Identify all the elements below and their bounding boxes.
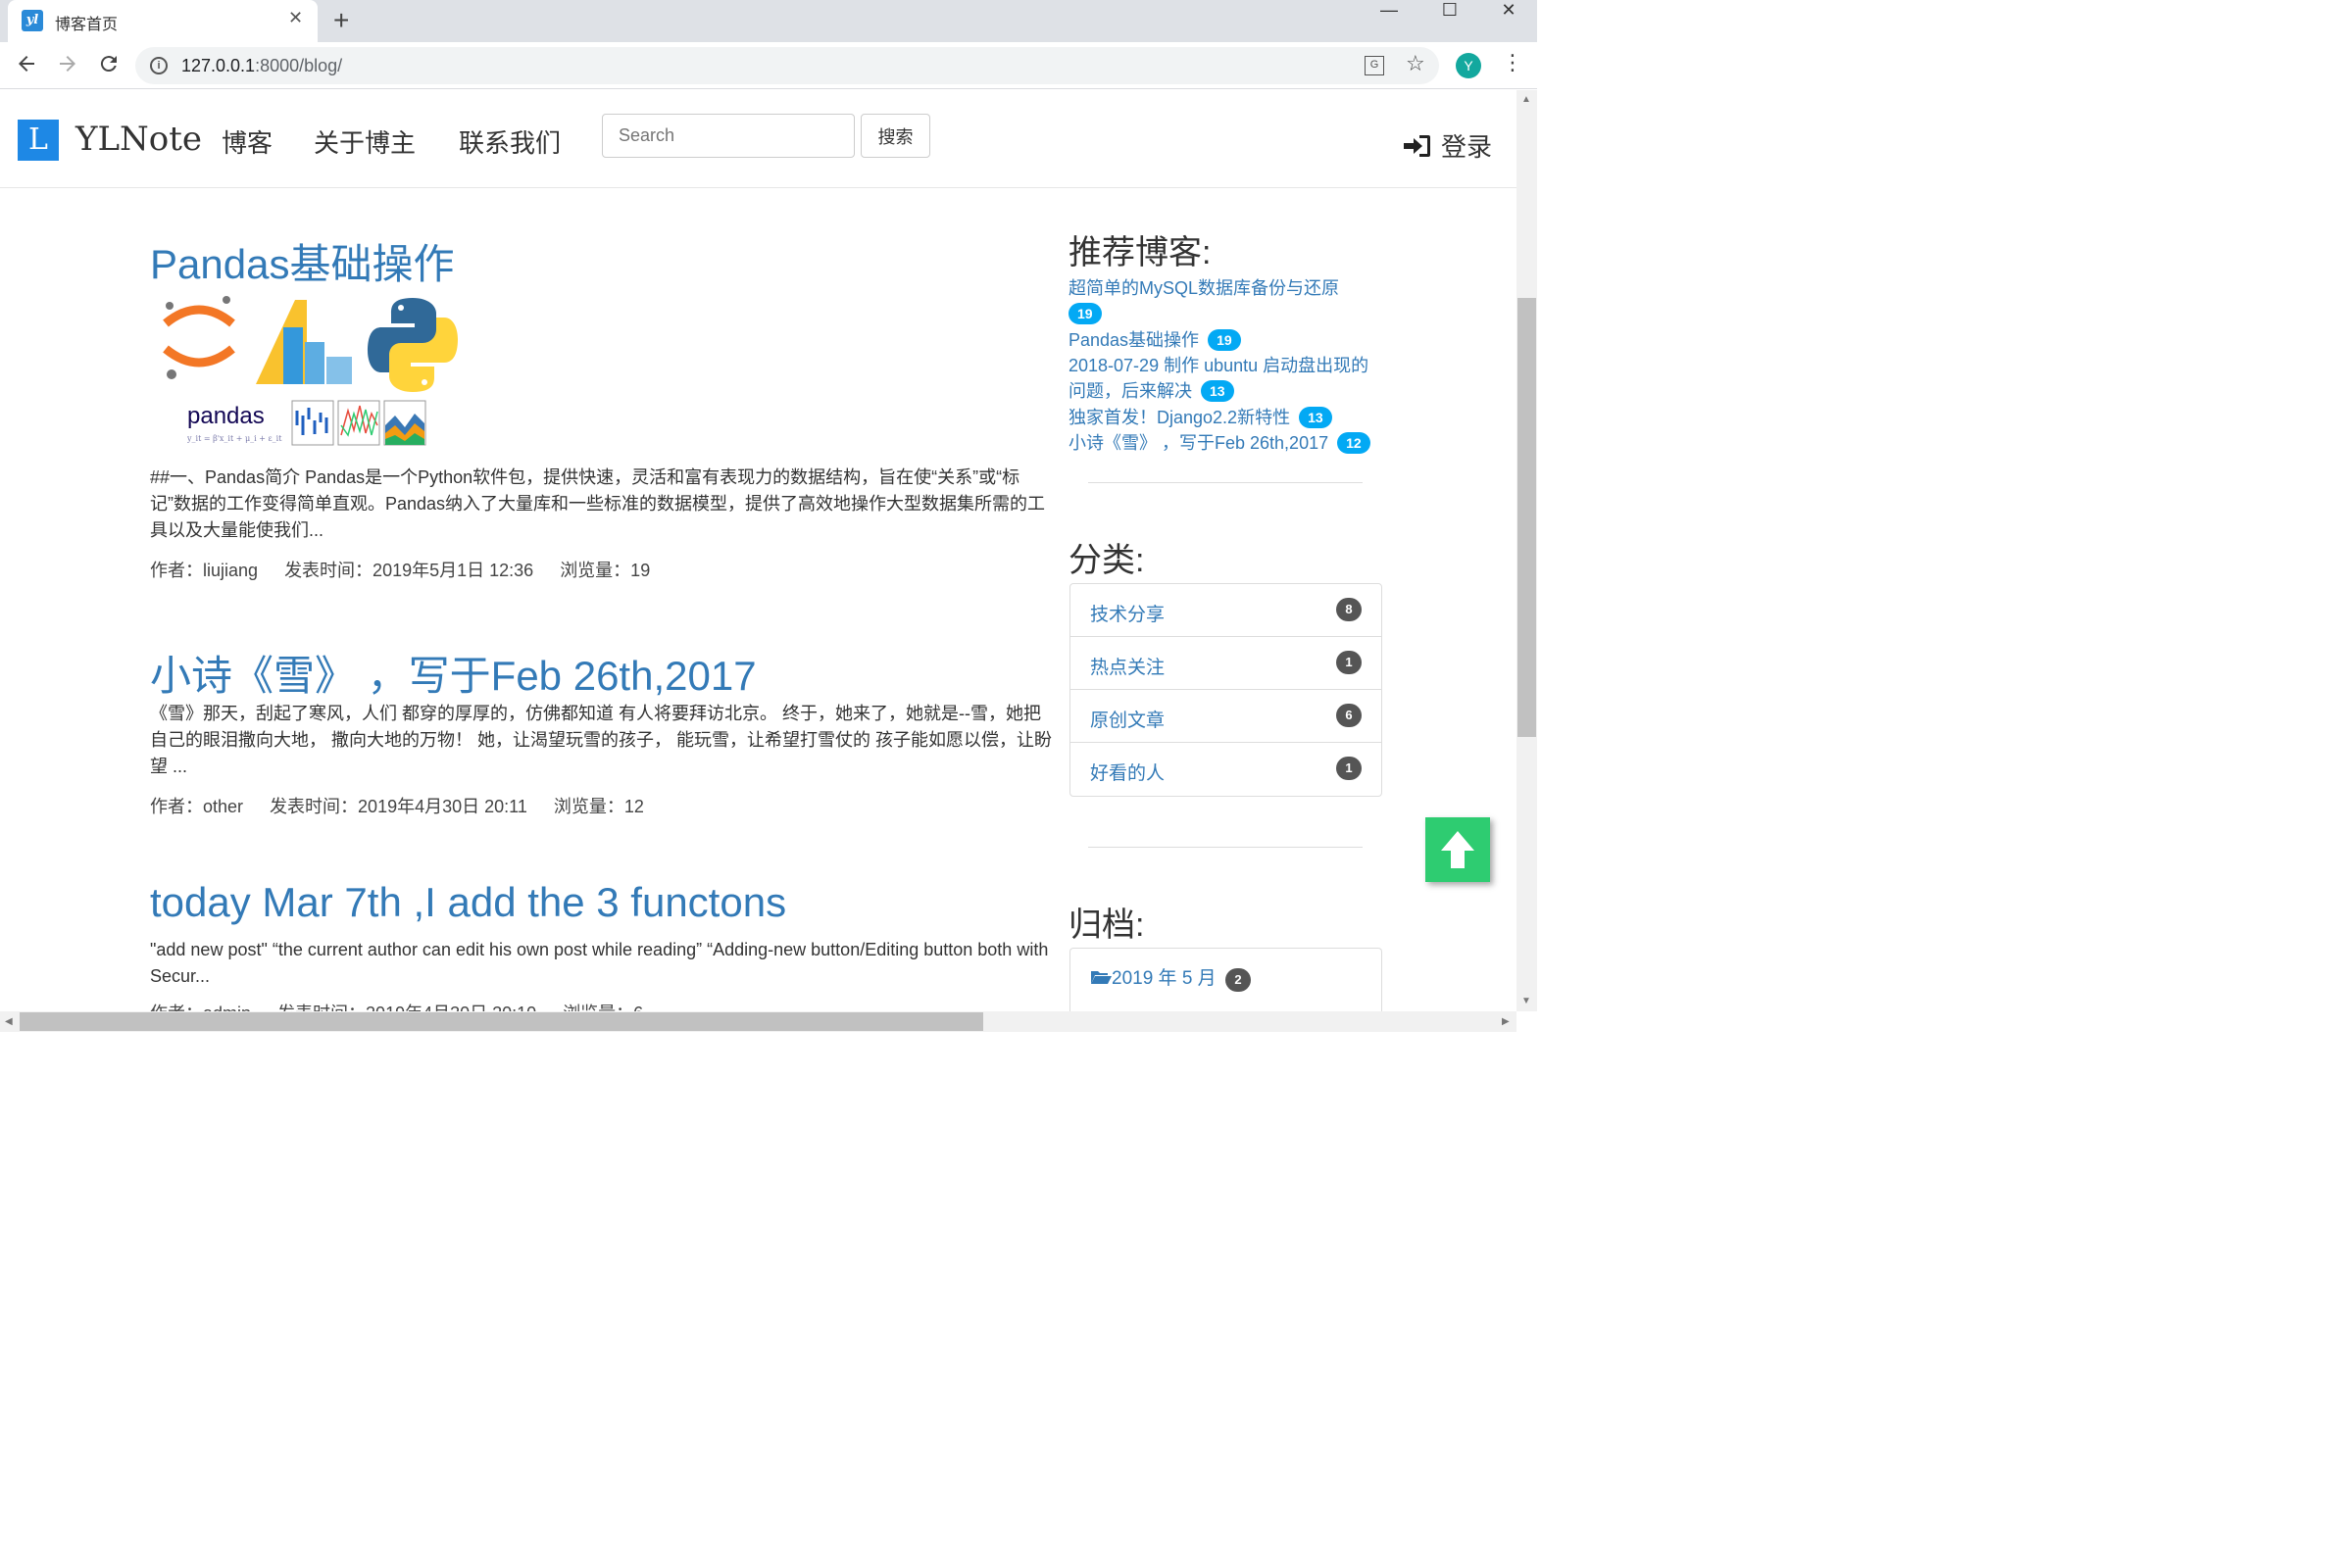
view-count-badge: 19 xyxy=(1069,303,1102,324)
scroll-left-icon[interactable]: ◀ xyxy=(5,1016,13,1027)
scroll-down-icon[interactable]: ▼ xyxy=(1521,996,1531,1006)
category-item[interactable]: 热点关注 1 xyxy=(1070,637,1381,690)
window-close-icon[interactable]: ✕ xyxy=(1478,0,1539,29)
post-thumbnail[interactable]: pandas y_it = β'x_it + μ_i + ε_it xyxy=(150,288,464,455)
star-icon[interactable]: ☆ xyxy=(1406,51,1425,76)
post-date: 发表时间：2019年5月1日 12:36 xyxy=(284,561,534,580)
post-meta: 作者：other 发表时间：2019年4月30日 20:11 浏览量：12 xyxy=(150,793,666,818)
post-author: 作者：admin xyxy=(150,1004,251,1011)
horizontal-scrollbar-thumb[interactable] xyxy=(20,1012,983,1031)
nav-link-blog[interactable]: 博客 xyxy=(222,123,273,160)
category-label: 好看的人 xyxy=(1090,763,1166,784)
tab-strip: yl 博客首页 ✕ + — ☐ ✕ xyxy=(0,0,1537,42)
category-label: 原创文章 xyxy=(1090,710,1166,731)
post-views: 浏览量：6 xyxy=(563,1004,643,1011)
brand-name[interactable]: YLNote xyxy=(75,120,202,159)
post-views: 浏览量：19 xyxy=(560,561,651,580)
nav-link-contact[interactable]: 联系我们 xyxy=(459,123,561,160)
category-heading: 分类: xyxy=(1069,542,1145,579)
tab-title: 博客首页 xyxy=(55,17,119,33)
login-icon xyxy=(1402,134,1431,165)
post-date: 发表时间：2019年4月30日 20:10 xyxy=(277,1004,536,1011)
archive-heading: 归档: xyxy=(1069,906,1145,944)
category-label: 技术分享 xyxy=(1090,605,1166,625)
browser-toolbar: i 127.0.0.1:8000/blog/ G ☆ Y ⋮ xyxy=(0,42,1537,89)
brand-logo[interactable]: L xyxy=(18,120,59,161)
divider xyxy=(1088,482,1363,483)
menu-icon[interactable]: ⋮ xyxy=(1502,52,1523,74)
post-title[interactable]: today Mar 7th ,I add the 3 functons xyxy=(150,879,786,926)
recommended-item[interactable]: Pandas基础操作 19 xyxy=(1069,327,1382,353)
post-meta: 作者：liujiang 发表时间：2019年5月1日 12:36 浏览量：19 xyxy=(150,557,671,582)
back-to-top-button[interactable] xyxy=(1425,817,1490,882)
folder-icon xyxy=(1090,968,1112,989)
recommend-heading: 推荐博客: xyxy=(1069,234,1212,271)
address-bar[interactable]: i 127.0.0.1:8000/blog/ G ☆ xyxy=(135,47,1439,84)
view-count-badge: 13 xyxy=(1201,380,1234,402)
svg-text:y_it = β'x_it + μ_i + ε_it: y_it = β'x_it + μ_i + ε_it xyxy=(186,434,282,443)
nav-link-about[interactable]: 关于博主 xyxy=(314,123,416,160)
post-views: 浏览量：12 xyxy=(553,797,644,816)
category-count-badge: 8 xyxy=(1336,598,1362,621)
recommended-item[interactable]: 超简单的MySQL数据库备份与还原 19 xyxy=(1069,275,1382,326)
category-count-badge: 1 xyxy=(1336,651,1362,674)
archive-item[interactable]: 2019 年 5 月 2 xyxy=(1070,949,1381,1002)
divider xyxy=(1088,847,1363,848)
site-navbar: L YLNote 博客 关于博主 联系我们 搜索 登录 xyxy=(0,90,1516,188)
profile-avatar[interactable]: Y xyxy=(1456,53,1481,78)
post-title[interactable]: Pandas基础操作 xyxy=(150,231,454,291)
category-item[interactable]: 技术分享 8 xyxy=(1070,584,1381,637)
category-count-badge: 1 xyxy=(1336,757,1362,780)
archive-label: 2019 年 5 月 2 xyxy=(1090,963,1251,992)
forward-icon[interactable] xyxy=(56,52,79,82)
post-author: 作者：liujiang xyxy=(150,561,259,580)
arrow-up-icon xyxy=(1441,831,1474,868)
maximize-icon[interactable]: ☐ xyxy=(1419,0,1480,29)
search-input[interactable] xyxy=(602,114,855,158)
browser-tab[interactable]: yl 博客首页 ✕ xyxy=(8,0,318,42)
post-title[interactable]: 小诗《雪》 ，写于Feb 26th,2017 xyxy=(150,643,757,703)
login-link[interactable]: 登录 xyxy=(1402,127,1492,165)
category-item[interactable]: 好看的人 1 xyxy=(1070,743,1381,796)
category-list: 技术分享 8 热点关注 1 原创文章 6 好看的人 1 xyxy=(1069,583,1382,797)
archive-list: 2019 年 5 月 2 xyxy=(1069,948,1382,1011)
recommended-item[interactable]: 小诗《雪》 ，写于Feb 26th,2017 12 xyxy=(1069,430,1382,456)
scroll-right-icon[interactable]: ▶ xyxy=(1502,1016,1510,1027)
search-button[interactable]: 搜索 xyxy=(861,114,930,158)
post-date: 发表时间：2019年4月30日 20:11 xyxy=(270,797,527,816)
category-item[interactable]: 原创文章 6 xyxy=(1070,690,1381,743)
translate-icon[interactable]: G xyxy=(1365,56,1384,75)
view-count-badge: 13 xyxy=(1299,407,1332,428)
minimize-icon[interactable]: — xyxy=(1359,0,1419,29)
info-icon[interactable]: i xyxy=(150,57,168,74)
login-label: 登录 xyxy=(1441,132,1493,162)
view-count-badge: 19 xyxy=(1208,329,1241,351)
post-excerpt: "add new post" “the current author can e… xyxy=(150,940,1049,986)
pandas-logo-text: pandas xyxy=(187,403,265,429)
post-meta: 作者：admin 发表时间：2019年4月30日 20:10 浏览量：6 xyxy=(150,1000,665,1011)
url-text[interactable]: 127.0.0.1:8000/blog/ xyxy=(181,56,342,76)
archive-count-badge: 2 xyxy=(1224,968,1251,992)
scroll-up-icon[interactable]: ▲ xyxy=(1521,94,1531,105)
post-author: 作者：other xyxy=(150,797,244,816)
category-label: 热点关注 xyxy=(1090,658,1166,678)
back-icon[interactable] xyxy=(15,52,38,82)
new-tab-icon[interactable]: + xyxy=(333,5,349,36)
vertical-scrollbar-thumb[interactable] xyxy=(1517,298,1536,737)
tab-close-icon[interactable]: ✕ xyxy=(288,8,303,28)
view-count-badge: 12 xyxy=(1337,432,1370,454)
category-count-badge: 6 xyxy=(1336,704,1362,727)
post-excerpt: 《雪》那天，刮起了寒风，人们 都穿的厚厚的，仿佛都知道 有人将要拜访北京。 终于… xyxy=(150,704,1052,776)
post-excerpt: ##一、Pandas简介 Pandas是一个Python软件包，提供快速，灵活和… xyxy=(150,467,1046,540)
reload-icon[interactable] xyxy=(97,52,121,82)
favicon-icon: yl xyxy=(22,10,43,31)
recommended-item[interactable]: 2018-07-29 制作 ubuntu 启动盘出现的问题，后来解决 13 xyxy=(1069,353,1382,404)
recommended-item[interactable]: 独家首发！Django2.2新特性 13 xyxy=(1069,405,1382,430)
